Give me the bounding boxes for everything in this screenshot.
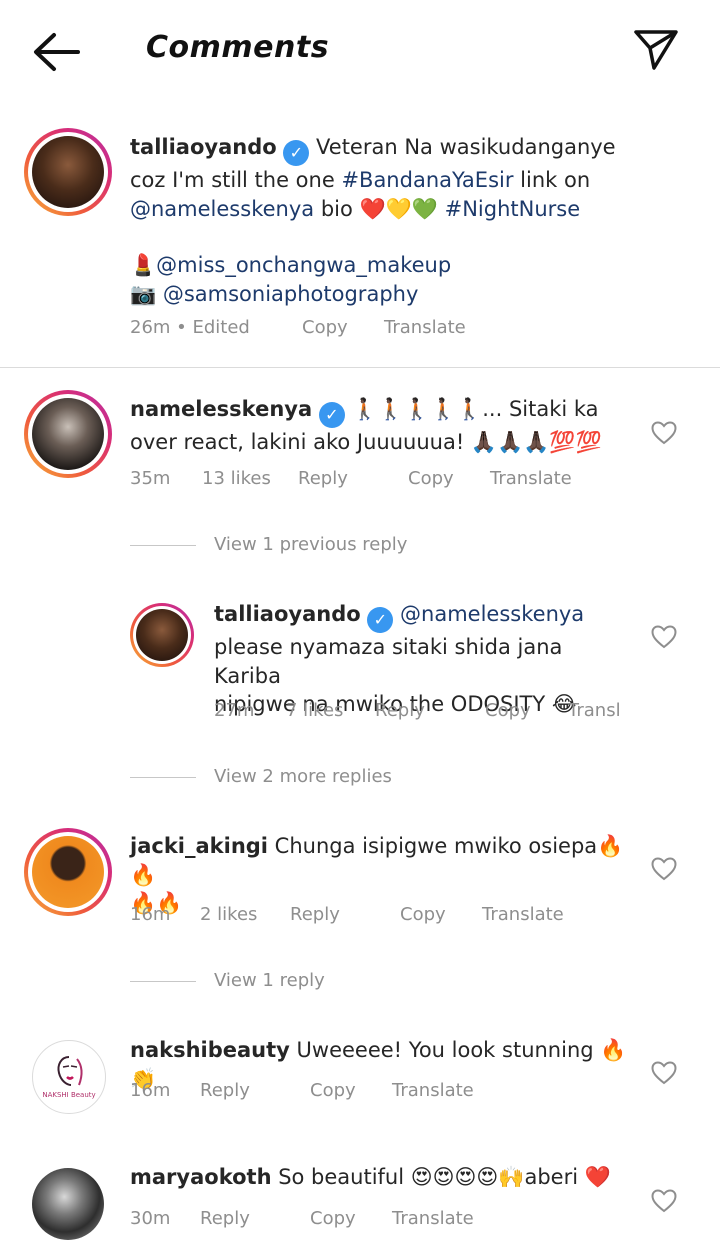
comment-username[interactable]: jacki_akingi <box>130 834 268 858</box>
copy-button[interactable]: Copy <box>485 700 531 721</box>
comment-username[interactable]: nakshibeauty <box>130 1038 290 1062</box>
avatar[interactable] <box>24 128 112 216</box>
likes-count[interactable]: 2 likes <box>200 904 257 925</box>
caption-username[interactable]: talliaoyando <box>130 135 277 159</box>
avatar[interactable] <box>24 828 112 916</box>
divider <box>130 545 196 546</box>
timestamp: 16m <box>130 904 171 925</box>
timestamp: 26m • Edited <box>130 317 250 338</box>
comment-username[interactable]: maryaokoth <box>130 1165 272 1189</box>
timestamp: 16m <box>130 1080 171 1101</box>
share-send-icon[interactable] <box>630 24 682 72</box>
reply-button[interactable]: Reply <box>375 700 425 721</box>
comment-text: maryaokoth So beautiful 😍😍😍😍🙌aberi ❤️ <box>130 1165 611 1189</box>
comment-username[interactable]: namelesskenya <box>130 397 312 421</box>
copy-button[interactable]: Copy <box>310 1208 356 1229</box>
hashtag-link[interactable]: #NightNurse <box>445 197 581 221</box>
copy-button[interactable]: Copy <box>408 468 454 489</box>
back-arrow-icon[interactable] <box>30 30 82 74</box>
timestamp: 35m <box>130 468 171 489</box>
translate-button[interactable]: Translate <box>384 317 466 338</box>
caption-text: talliaoyando ✓ Veteran Na wasikudanganye… <box>130 135 616 306</box>
like-heart-icon[interactable] <box>651 625 677 649</box>
translate-button[interactable]: Translate <box>392 1080 474 1101</box>
page-title: Comments <box>146 30 330 65</box>
lipstick-icon: 💄 <box>130 253 157 277</box>
verified-badge-icon: ✓ <box>283 140 310 166</box>
verified-badge-icon: ✓ <box>367 607 394 633</box>
mention-link[interactable]: @namelesskenya <box>130 197 314 221</box>
translate-button[interactable]: Transl <box>568 700 621 721</box>
reply-username[interactable]: talliaoyando <box>214 602 361 626</box>
verified-badge-icon: ✓ <box>318 402 345 428</box>
reply-button[interactable]: Reply <box>298 468 348 489</box>
translate-button[interactable]: Translate <box>392 1208 474 1229</box>
comment-meta: 35m 13 likes Reply Copy Translate <box>0 468 720 492</box>
translate-button[interactable]: Translate <box>482 904 564 925</box>
like-heart-icon[interactable] <box>651 857 677 881</box>
divider <box>0 367 720 368</box>
copy-button[interactable]: Copy <box>310 1080 356 1101</box>
view-replies-button[interactable]: View 1 reply <box>214 970 325 991</box>
hashtag-link[interactable]: #BandanaYaEsir <box>341 168 513 192</box>
copy-button[interactable]: Copy <box>302 317 348 338</box>
mention-link[interactable]: @namelesskenya <box>400 602 584 626</box>
like-heart-icon[interactable] <box>651 421 677 445</box>
timestamp: 30m <box>130 1208 171 1229</box>
camera-icon: 📷 <box>130 281 157 306</box>
divider <box>130 981 196 982</box>
view-replies-button[interactable]: View 1 previous reply <box>214 534 407 555</box>
comment-meta: 16m Reply Copy Translate <box>0 1080 720 1104</box>
mention-link[interactable]: @miss_onchangwa_makeup <box>156 253 451 277</box>
translate-button[interactable]: Translate <box>490 468 572 489</box>
comment-text: namelesskenya ✓ 🚶🏿🚶🏿🚶🏿🚶🏿🚶🏿... Sitaki ka … <box>130 397 602 454</box>
avatar[interactable] <box>24 390 112 478</box>
avatar[interactable] <box>130 603 194 667</box>
reply-button[interactable]: Reply <box>290 904 340 925</box>
divider <box>130 777 196 778</box>
reply-meta: 27m 7 likes Reply Copy Transl <box>0 700 720 724</box>
likes-count[interactable]: 13 likes <box>202 468 271 489</box>
caption-meta: 26m • Edited Copy Translate <box>0 317 720 341</box>
comment-meta: 16m 2 likes Reply Copy Translate <box>0 904 720 928</box>
reply-button[interactable]: Reply <box>200 1208 250 1229</box>
copy-button[interactable]: Copy <box>400 904 446 925</box>
mention-link[interactable]: @samsoniaphotography <box>163 282 419 306</box>
reply-button[interactable]: Reply <box>200 1080 250 1101</box>
likes-count[interactable]: 7 likes <box>286 700 343 721</box>
comment-meta: 30m Reply Copy Translate <box>0 1208 720 1232</box>
header: Comments <box>0 0 720 100</box>
timestamp: 27m <box>214 700 255 721</box>
view-replies-button[interactable]: View 2 more replies <box>214 766 392 787</box>
